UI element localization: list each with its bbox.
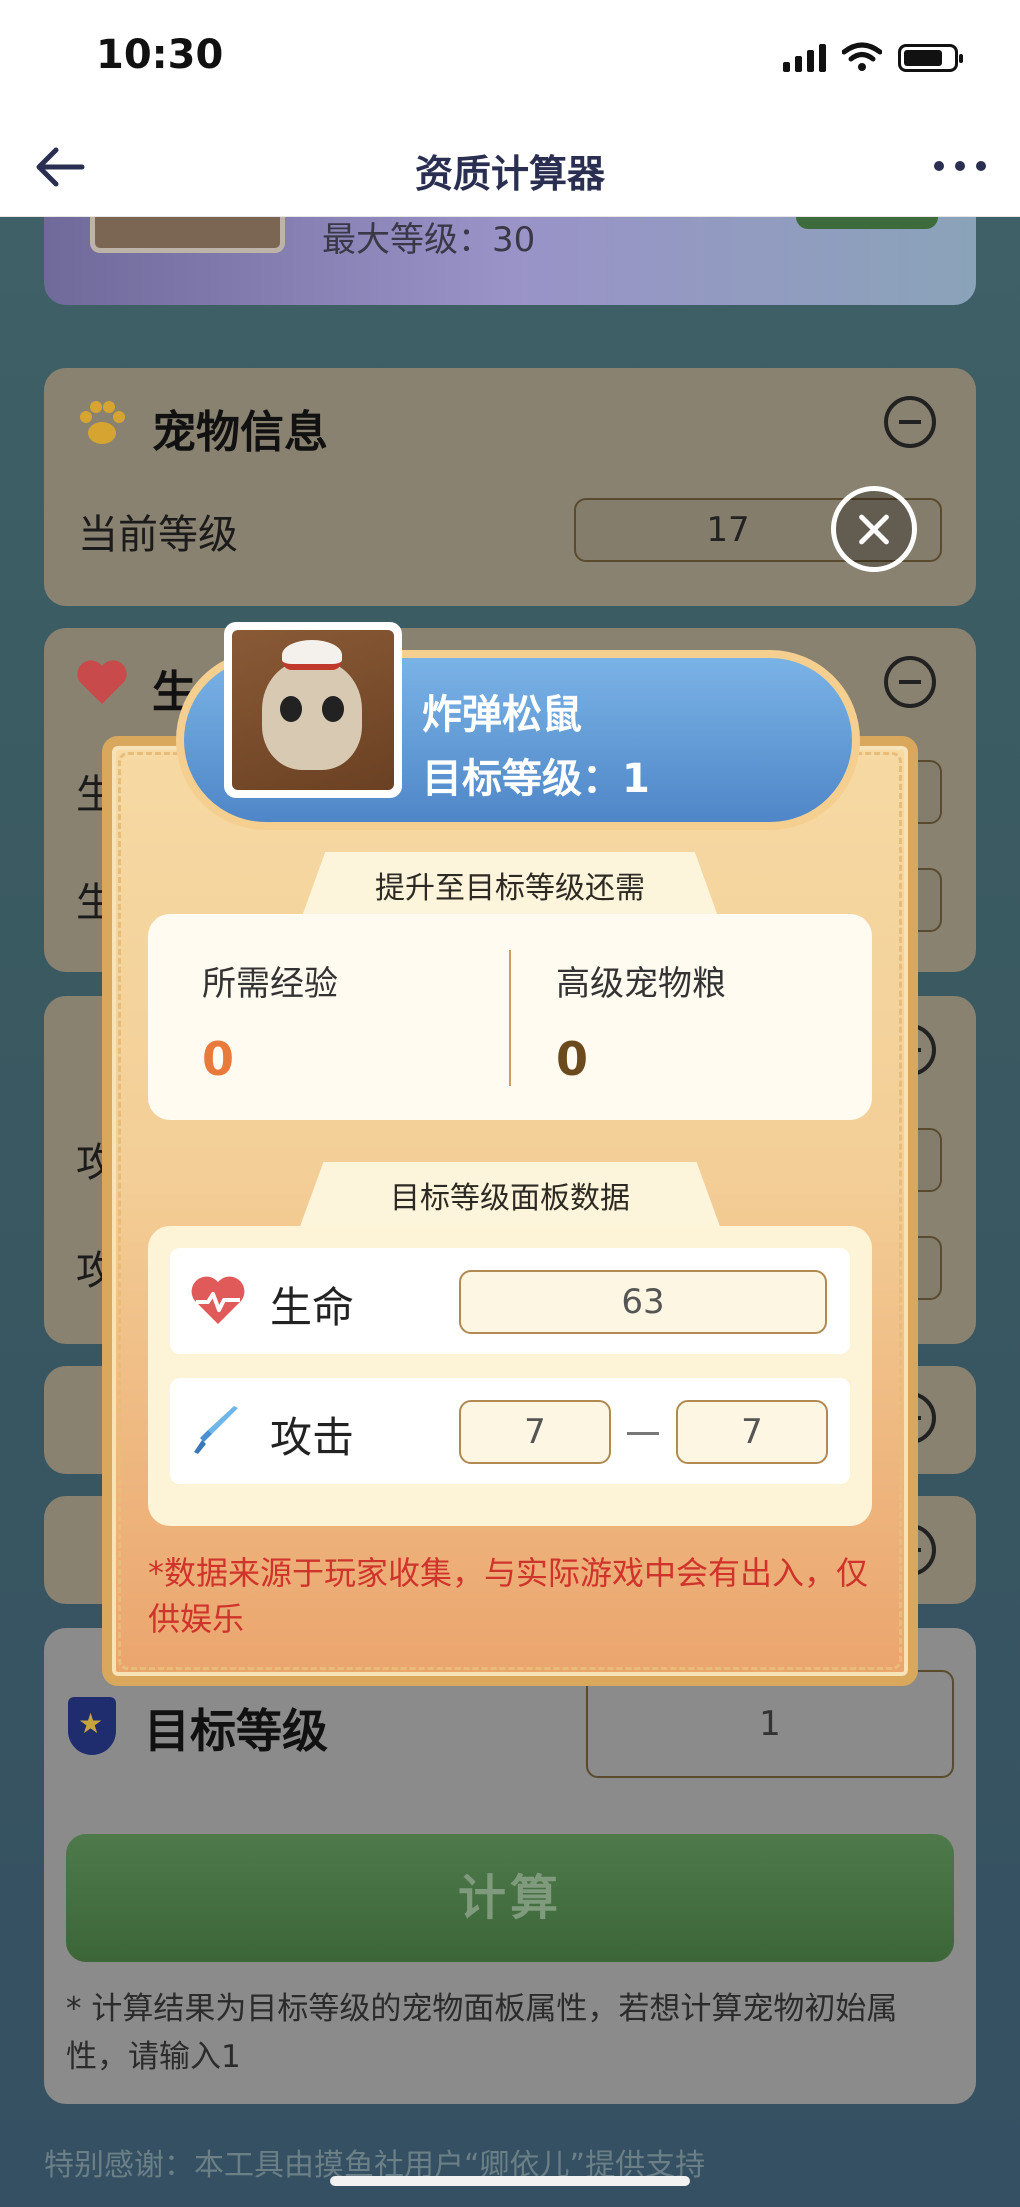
exp-label: 所需经验 <box>202 964 338 1004</box>
food-value: 0 <box>556 1032 589 1086</box>
close-icon[interactable] <box>831 486 917 572</box>
panel-data-tab: 目标等级面板数据 <box>298 1162 722 1232</box>
sword-icon <box>194 1406 238 1454</box>
status-bar: 10:30 <box>0 0 1020 115</box>
status-time: 10:30 <box>96 32 224 78</box>
attack-min-value: 7 <box>459 1400 611 1464</box>
cellular-signal-icon <box>783 44 826 72</box>
wifi-icon <box>842 42 882 71</box>
pet-name: 炸弹松鼠 <box>422 692 582 738</box>
more-icon[interactable] <box>934 161 986 171</box>
pet-avatar <box>224 622 402 798</box>
heart-pulse-icon <box>191 1276 245 1324</box>
pet-target-level: 目标等级：1 <box>422 756 650 802</box>
battery-icon <box>898 44 963 72</box>
attack-max-value: 7 <box>676 1400 828 1464</box>
hp-stat-label: 生命 <box>270 1283 355 1332</box>
disclaimer-text: *数据来源于玩家收集，与实际游戏中会有出入，仅供娱乐 <box>148 1554 869 1638</box>
food-label: 高级宠物粮 <box>556 964 726 1004</box>
page-title: 资质计算器 <box>414 152 605 196</box>
requirements-divider <box>509 950 511 1086</box>
requirements-tab: 提升至目标等级还需 <box>300 852 720 922</box>
navbar: 资质计算器 <box>0 115 1020 217</box>
exp-value: 0 <box>202 1032 235 1086</box>
hp-stat-value: 63 <box>459 1270 827 1334</box>
status-icons <box>783 42 963 72</box>
range-dash <box>627 1432 659 1435</box>
attack-stat-label: 攻击 <box>270 1413 355 1462</box>
